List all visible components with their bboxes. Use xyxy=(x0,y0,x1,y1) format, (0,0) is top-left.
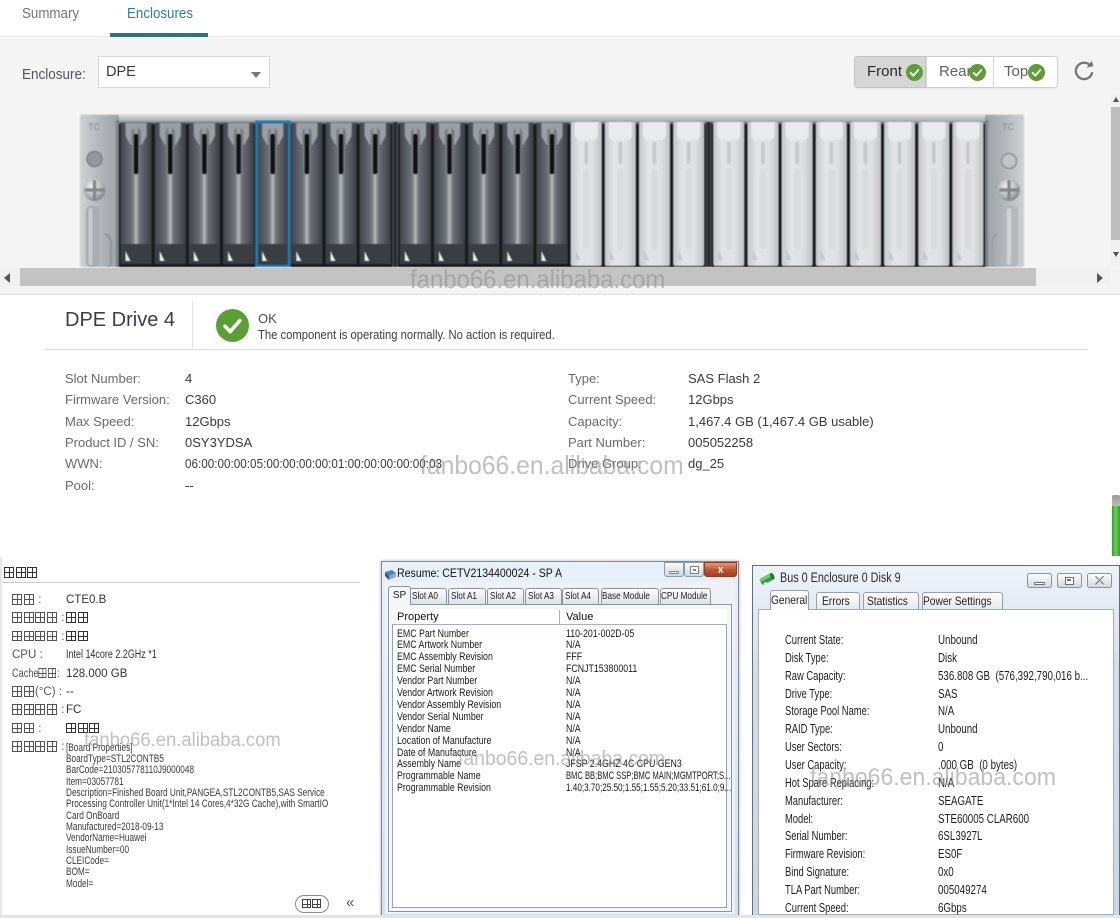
svg-text:TC: TC xyxy=(1002,122,1014,132)
svg-text:TC: TC xyxy=(88,122,100,132)
